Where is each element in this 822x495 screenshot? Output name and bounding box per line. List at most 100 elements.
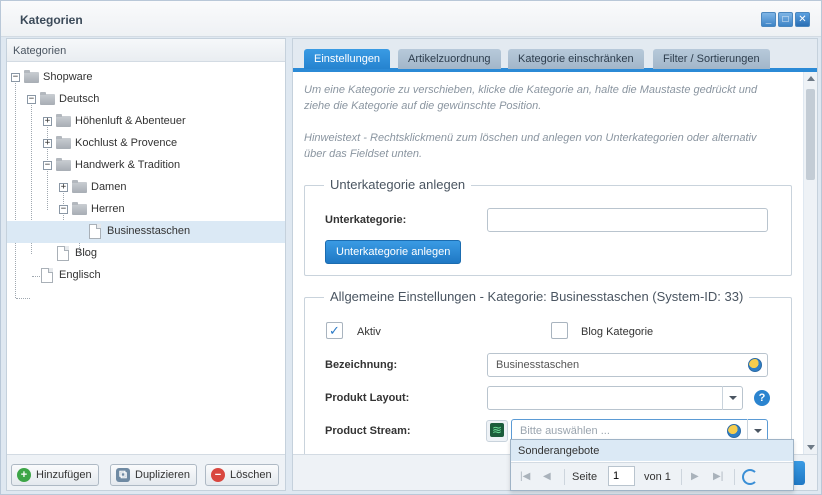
last-page-icon[interactable]: ▶| [713, 471, 723, 482]
tree-node-label: Damen [91, 181, 127, 193]
tree-node-label: Höhenluft & Abenteuer [75, 115, 186, 127]
tree-node-damen[interactable]: + Damen [7, 177, 285, 199]
product-layout-label: Produkt Layout: [325, 392, 410, 404]
delete-button-label: Löschen [230, 469, 272, 481]
tree-node-blog[interactable]: Blog [7, 243, 285, 265]
tree-node-herren[interactable]: − Herren [7, 199, 285, 221]
dropdown-pager: |◀ ◀ Seite von 1 ▶ ▶| [511, 462, 793, 490]
active-label: Aktiv [357, 326, 381, 338]
collapse-icon[interactable]: − [43, 161, 52, 170]
collapse-icon[interactable]: − [27, 95, 36, 104]
folder-icon [72, 202, 87, 215]
document-icon [41, 268, 53, 283]
delete-button[interactable]: − Löschen [205, 464, 279, 486]
tree-node-hoehenluft[interactable]: + Höhenluft & Abenteuer [7, 111, 285, 133]
tab-filter-sortierungen[interactable]: Filter / Sortierungen [653, 49, 770, 69]
expand-icon[interactable]: + [59, 183, 68, 192]
tree-node-deutsch[interactable]: − Deutsch [7, 89, 285, 111]
add-button[interactable]: + Hinzufügen [11, 464, 99, 486]
general-settings-legend: Allgemeine Einstellungen - Kategorie: Bu… [324, 289, 750, 304]
window-title: Kategorien [20, 13, 83, 27]
close-icon[interactable]: ✕ [795, 12, 810, 27]
tree-node-shopware[interactable]: − Shopware [7, 67, 285, 89]
subcategory-input[interactable] [487, 208, 768, 232]
expand-icon[interactable]: + [43, 117, 52, 126]
page-number-input[interactable] [608, 466, 635, 486]
product-stream-icon [486, 420, 508, 442]
tree-node-label: Shopware [43, 71, 93, 83]
name-label: Bezeichnung: [325, 359, 398, 371]
folder-icon [72, 180, 87, 193]
tree-node-label: Englisch [59, 269, 101, 281]
page-count-label: von 1 [644, 471, 671, 483]
help-icon[interactable]: ? [754, 390, 770, 406]
collapse-icon[interactable]: − [59, 205, 68, 214]
pager-separator [734, 469, 735, 485]
create-subcategory-button[interactable]: Unterkategorie anlegen [325, 240, 462, 264]
scroll-thumb[interactable] [806, 89, 815, 180]
context-menu-hint: Hinweistext - Rechtsklickmenü zum lösche… [304, 132, 757, 160]
subcategory-label: Unterkategorie: [325, 214, 407, 226]
tree-node-kochlust[interactable]: + Kochlust & Provence [7, 133, 285, 155]
tree-node-label: Herren [91, 203, 125, 215]
add-button-label: Hinzufügen [36, 469, 92, 481]
folder-icon [56, 136, 71, 149]
tree-node-label: Blog [75, 247, 98, 259]
blog-category-label: Blog Kategorie [581, 326, 654, 338]
tree-node-label: Deutsch [59, 93, 100, 105]
product-layout-select[interactable] [487, 386, 743, 410]
folder-icon [56, 158, 71, 171]
scroll-up-icon[interactable] [807, 76, 815, 81]
tree-node-label: Handwerk & Tradition [75, 159, 181, 171]
chevron-down-icon[interactable] [722, 386, 742, 410]
duplicate-icon: ⧉ [116, 468, 130, 482]
blog-category-checkbox[interactable] [551, 322, 568, 339]
tree-node-handwerk[interactable]: − Handwerk & Tradition [7, 155, 285, 177]
name-value: Businesstaschen [496, 359, 580, 371]
product-stream-dropdown: Sonderangebote |◀ ◀ Seite von 1 ▶ ▶| [510, 439, 794, 491]
collapse-icon[interactable]: − [11, 73, 20, 82]
settings-form: Um eine Kategorie zu verschieben, klicke… [293, 72, 803, 454]
content-scrollbar[interactable] [804, 72, 817, 454]
move-hint: Um eine Kategorie zu verschieben, klicke… [304, 84, 758, 112]
plus-icon: + [17, 468, 31, 482]
folder-icon [24, 70, 39, 83]
minus-icon: − [211, 468, 225, 482]
translation-globe-icon[interactable] [748, 358, 762, 372]
scroll-down-icon[interactable] [807, 445, 815, 450]
dropdown-option-sonderangebote[interactable]: Sonderangebote [511, 440, 793, 461]
tab-bar: Einstellungen Artikelzuordnung Kategorie… [293, 39, 817, 72]
categories-window: Kategorien _ □ ✕ Kategorien − Shopware − [0, 0, 822, 495]
refresh-icon[interactable] [742, 469, 758, 485]
page-label: Seite [572, 471, 598, 483]
folder-icon [56, 114, 71, 127]
product-stream-label: Product Stream: [325, 425, 411, 437]
pager-separator [681, 469, 682, 485]
active-checkbox[interactable]: ✓ [326, 322, 343, 339]
document-icon [57, 246, 69, 261]
folder-icon [40, 92, 55, 105]
maximize-icon[interactable]: □ [778, 12, 793, 27]
document-icon [89, 224, 101, 239]
window-titlebar[interactable]: Kategorien _ □ ✕ [1, 1, 821, 37]
tree-node-englisch[interactable]: Englisch [7, 265, 285, 287]
category-tree-panel: Kategorien − Shopware − Deutsch + Höhenl… [6, 38, 286, 491]
category-detail-panel: Einstellungen Artikelzuordnung Kategorie… [292, 38, 818, 491]
duplicate-button-label: Duplizieren [135, 469, 191, 481]
tab-artikelzuordnung[interactable]: Artikelzuordnung [398, 49, 501, 69]
next-page-icon[interactable]: ▶ [691, 471, 699, 482]
tab-kategorie-einschraenken[interactable]: Kategorie einschränken [508, 49, 644, 69]
minimize-icon[interactable]: _ [761, 12, 776, 27]
tree-toolbar: + Hinzufügen ⧉ Duplizieren − Löschen [7, 454, 285, 490]
name-input[interactable]: Businesstaschen [487, 353, 768, 377]
previous-page-icon[interactable]: ◀ [543, 471, 551, 482]
duplicate-button[interactable]: ⧉ Duplizieren [110, 464, 198, 486]
translation-globe-icon[interactable] [727, 424, 741, 438]
tab-einstellungen[interactable]: Einstellungen [304, 49, 391, 69]
first-page-icon[interactable]: |◀ [520, 471, 530, 482]
tree-node-businesstaschen[interactable]: Businesstaschen [7, 221, 285, 243]
pager-separator [564, 469, 565, 485]
tree-panel-header: Kategorien [7, 39, 285, 62]
expand-icon[interactable]: + [43, 139, 52, 148]
tree-node-label: Kochlust & Provence [75, 137, 178, 149]
